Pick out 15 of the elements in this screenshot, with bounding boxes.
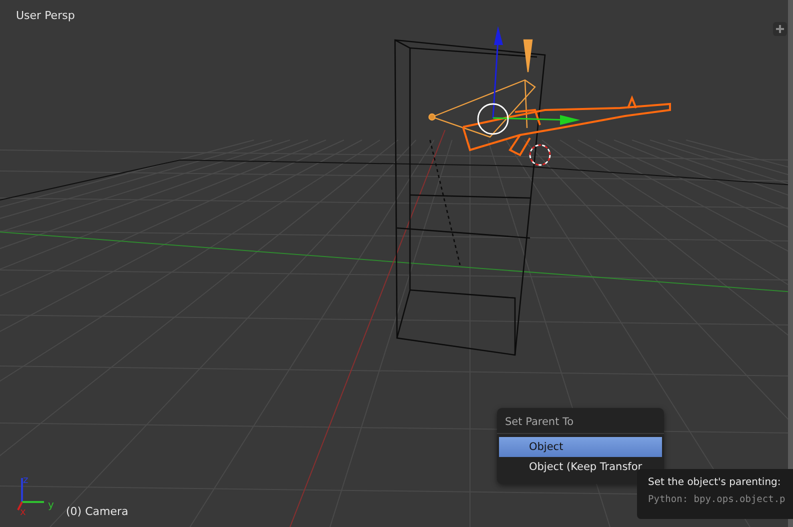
3d-cursor-icon xyxy=(529,144,551,166)
scrollbar[interactable] xyxy=(788,0,793,527)
menu-title: Set Parent To xyxy=(504,415,575,430)
axis-label: x xyxy=(20,508,26,518)
view-label: User Persp xyxy=(16,9,75,22)
axis-gizmo-icon xyxy=(17,478,44,510)
menu-item[interactable]: Object xyxy=(499,437,662,457)
menu-item[interactable]: Object (Keep Transfor xyxy=(499,457,662,477)
axis-label: z xyxy=(23,476,28,486)
3d-viewport[interactable]: User Persp (0) Camera z y x Set Parent To Object Object (Keep Transfor Set the object's parenting: Python: bpy.ops.object.p xyxy=(0,0,793,527)
axis-label: y xyxy=(48,501,54,511)
tooltip-python: Python: bpy.ops.object.p xyxy=(648,494,786,505)
add-icon[interactable] xyxy=(773,22,787,36)
tooltip-description: Set the object's parenting: xyxy=(648,477,782,488)
active-object-label: (0) Camera xyxy=(66,505,128,518)
